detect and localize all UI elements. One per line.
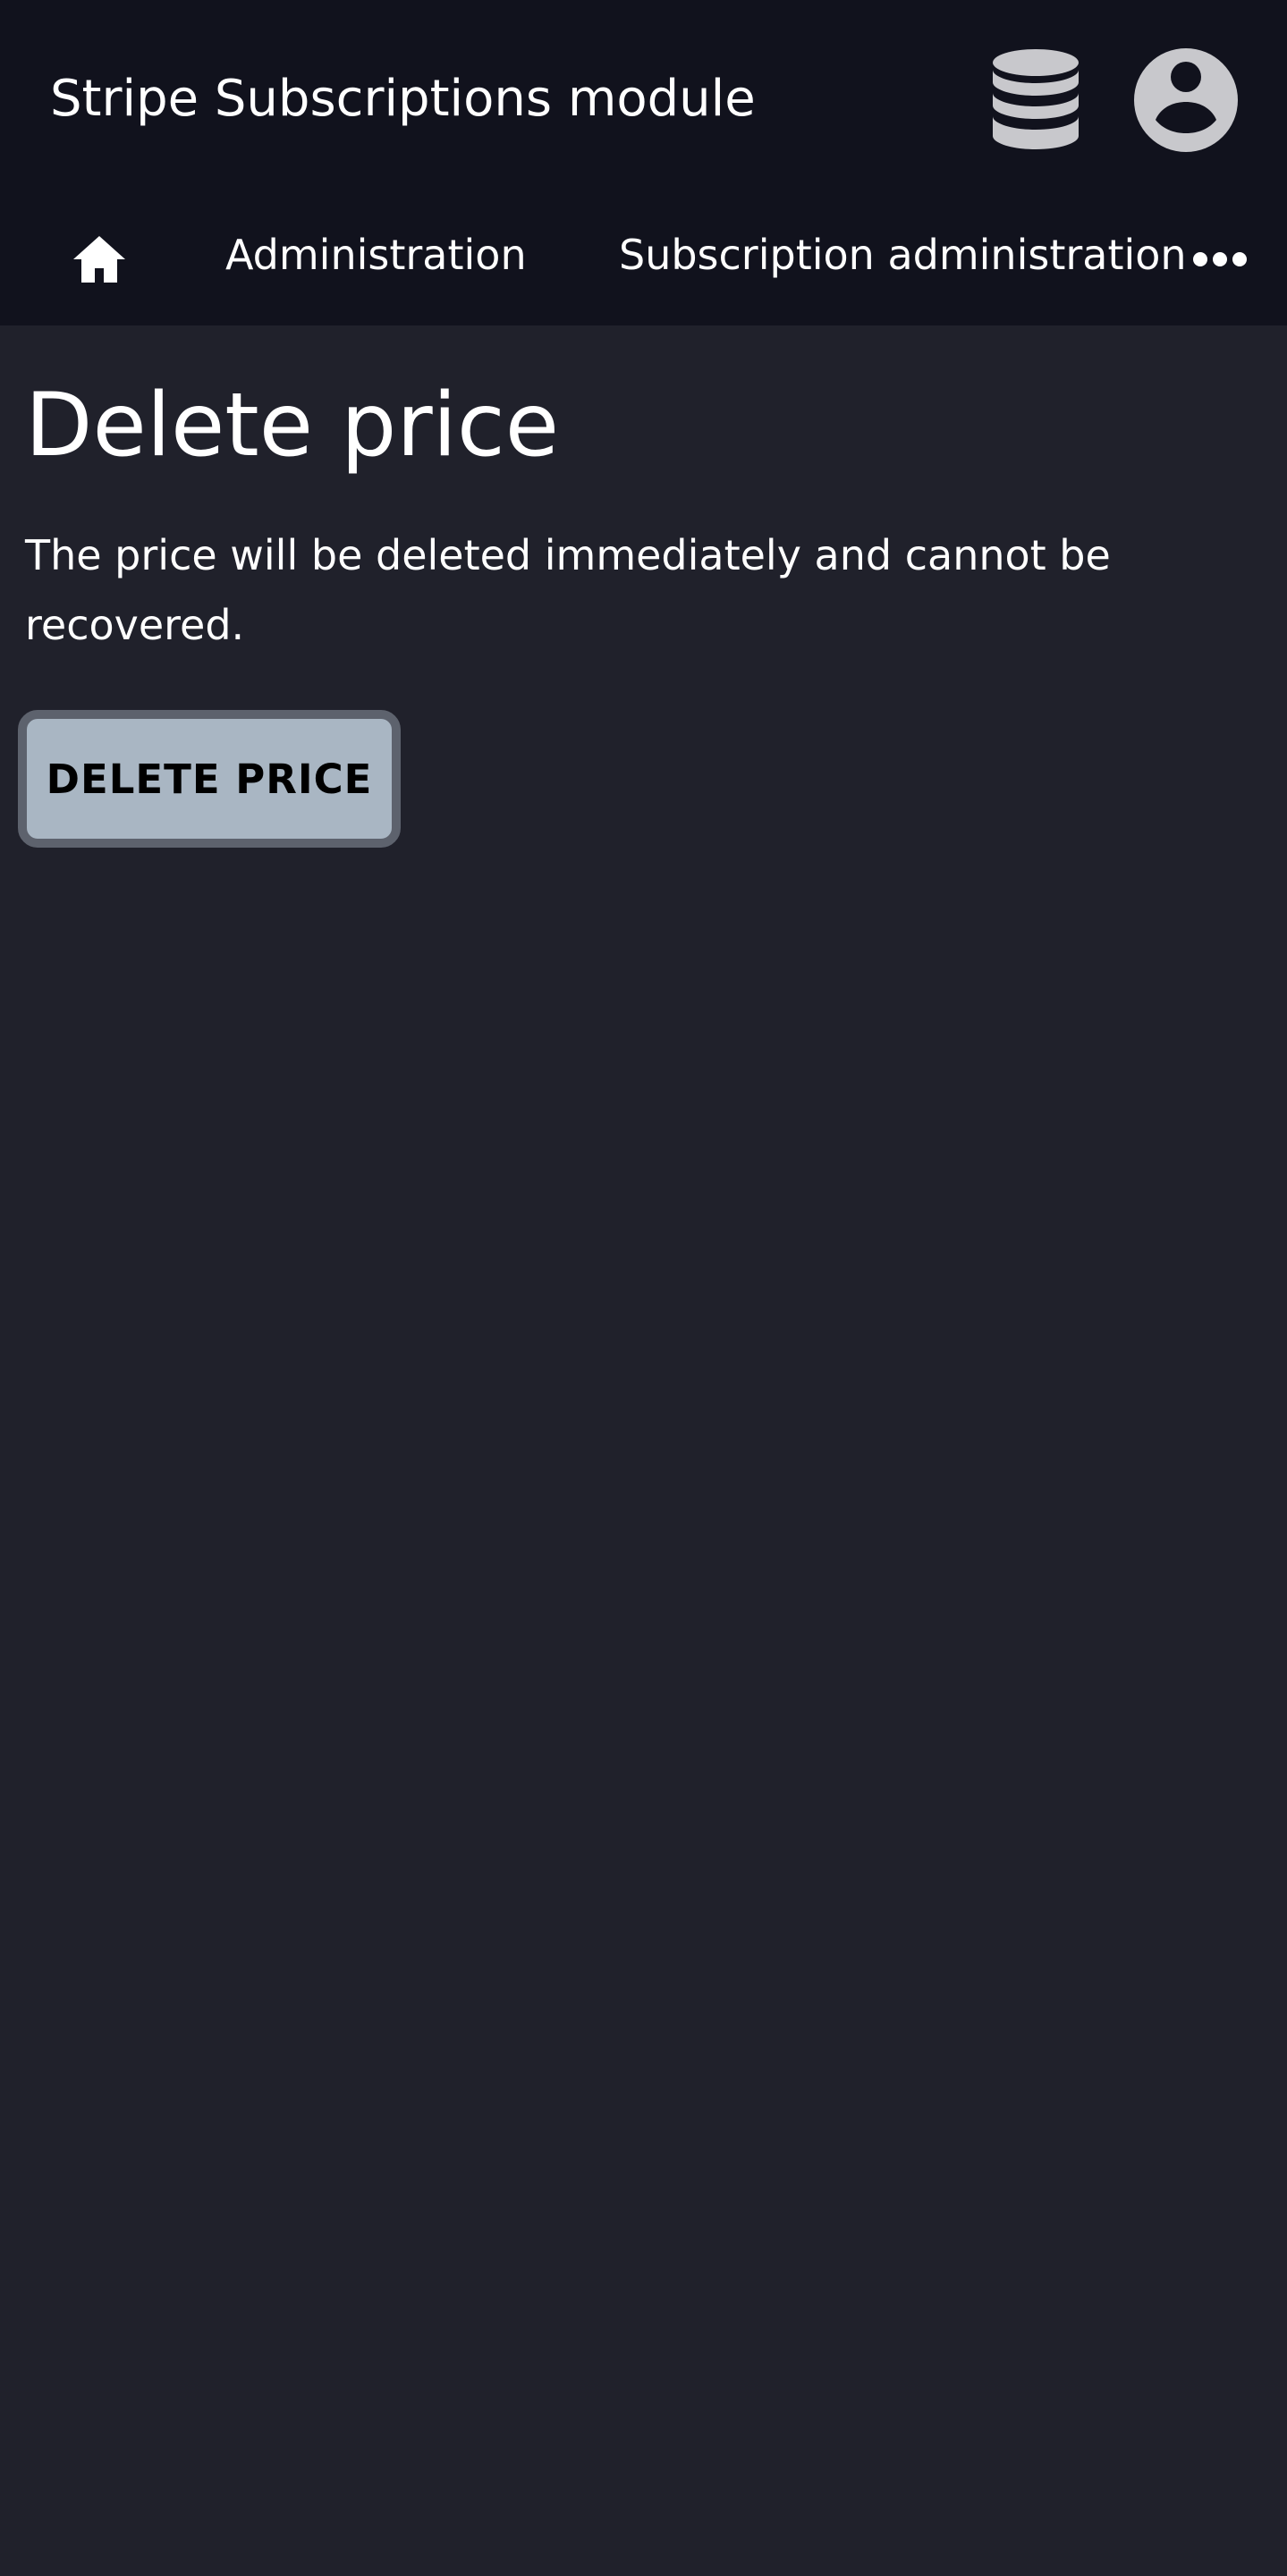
app-title: Stripe Subscriptions module [50,70,756,128]
database-icon[interactable] [991,48,1080,152]
delete-warning-text: The price will be deleted immediately an… [25,531,1111,649]
app-header: Stripe Subscriptions module Administrati… [0,0,1287,325]
page-title: Delete price [25,375,560,477]
more-horizontal-icon[interactable] [1193,249,1247,270]
breadcrumb-item-administration[interactable]: Administration [225,227,527,283]
breadcrumb: Administration Subscription administrati… [0,188,1287,324]
delete-price-button[interactable]: DELETE PRICE [18,710,401,848]
breadcrumb-item-subscription-administration[interactable]: Subscription administration [619,227,1187,283]
account-circle-icon[interactable] [1134,48,1238,152]
home-icon[interactable] [72,234,127,284]
